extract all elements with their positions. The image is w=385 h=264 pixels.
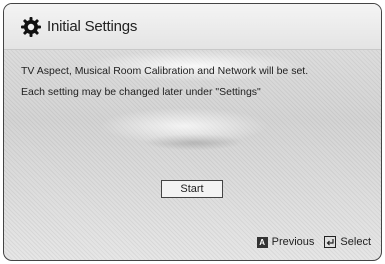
previous-hint[interactable]: A Previous	[256, 236, 315, 248]
header-bar: Initial Settings	[4, 4, 381, 50]
footer-hints: A Previous Select	[247, 236, 371, 248]
description-line-2: Each setting may be changed later under …	[21, 86, 261, 98]
select-hint[interactable]: Select	[324, 236, 371, 248]
select-label: Select	[340, 236, 371, 248]
initial-settings-screen: Initial Settings TV Aspect, Musical Room…	[3, 3, 382, 261]
page-title: Initial Settings	[47, 18, 138, 35]
description-line-1: TV Aspect, Musical Room Calibration and …	[21, 65, 309, 77]
enter-icon	[324, 236, 337, 248]
settings-description: TV Aspect, Musical Room Calibration and …	[21, 61, 366, 103]
gear-icon	[20, 16, 42, 38]
previous-label: Previous	[271, 236, 315, 248]
a-button-icon: A	[256, 236, 268, 248]
start-button[interactable]: Start	[161, 180, 223, 198]
